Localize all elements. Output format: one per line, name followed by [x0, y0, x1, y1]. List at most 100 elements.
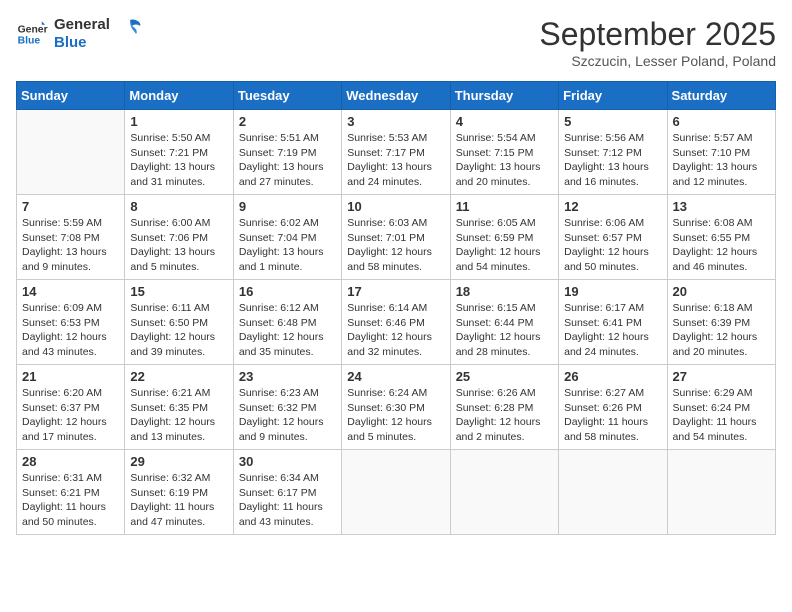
day-number: 12 — [564, 199, 661, 214]
day-info: Sunrise: 5:57 AMSunset: 7:10 PMDaylight:… — [673, 131, 770, 190]
day-number: 24 — [347, 369, 444, 384]
day-info: Sunrise: 6:31 AMSunset: 6:21 PMDaylight:… — [22, 471, 119, 530]
weekday-header-friday: Friday — [559, 82, 667, 110]
day-number: 16 — [239, 284, 336, 299]
day-info: Sunrise: 6:00 AMSunset: 7:06 PMDaylight:… — [130, 216, 227, 275]
month-title: September 2025 — [539, 16, 776, 53]
day-number: 27 — [673, 369, 770, 384]
day-number: 23 — [239, 369, 336, 384]
day-number: 20 — [673, 284, 770, 299]
calendar-cell: 24 Sunrise: 6:24 AMSunset: 6:30 PMDayligh… — [342, 365, 450, 450]
calendar-cell: 16 Sunrise: 6:12 AMSunset: 6:48 PMDayligh… — [233, 280, 341, 365]
day-number: 29 — [130, 454, 227, 469]
weekday-header-tuesday: Tuesday — [233, 82, 341, 110]
day-info: Sunrise: 6:06 AMSunset: 6:57 PMDaylight:… — [564, 216, 661, 275]
day-info: Sunrise: 6:18 AMSunset: 6:39 PMDaylight:… — [673, 301, 770, 360]
day-number: 14 — [22, 284, 119, 299]
calendar-cell — [450, 450, 558, 535]
calendar-cell: 25Sunrise: 6:26 AMSunset: 6:28 PMDayligh… — [450, 365, 558, 450]
week-row-1: 1 Sunrise: 5:50 AMSunset: 7:21 PMDaylight… — [17, 110, 776, 195]
weekday-header-wednesday: Wednesday — [342, 82, 450, 110]
day-info: Sunrise: 5:53 AMSunset: 7:17 PMDaylight:… — [347, 131, 444, 190]
week-row-4: 21 Sunrise: 6:20 AMSunset: 6:37 PMDayligh… — [17, 365, 776, 450]
calendar-cell: 30 Sunrise: 6:34 AMSunset: 6:17 PMDayligh… — [233, 450, 341, 535]
calendar-cell: 21 Sunrise: 6:20 AMSunset: 6:37 PMDayligh… — [17, 365, 125, 450]
calendar-cell: 23 Sunrise: 6:23 AMSunset: 6:32 PMDayligh… — [233, 365, 341, 450]
calendar-cell: 15Sunrise: 6:11 AMSunset: 6:50 PMDayligh… — [125, 280, 233, 365]
day-info: Sunrise: 6:03 AMSunset: 7:01 PMDaylight:… — [347, 216, 444, 275]
day-info: Sunrise: 5:51 AMSunset: 7:19 PMDaylight:… — [239, 131, 336, 190]
day-info: Sunrise: 6:29 AMSunset: 6:24 PMDaylight:… — [673, 386, 770, 445]
day-number: 17 — [347, 284, 444, 299]
weekday-header-saturday: Saturday — [667, 82, 775, 110]
calendar-cell: 1 Sunrise: 5:50 AMSunset: 7:21 PMDaylight… — [125, 110, 233, 195]
day-number: 30 — [239, 454, 336, 469]
calendar-cell: 2 Sunrise: 5:51 AMSunset: 7:19 PMDaylight… — [233, 110, 341, 195]
week-row-3: 14Sunrise: 6:09 AMSunset: 6:53 PMDayligh… — [17, 280, 776, 365]
day-number: 21 — [22, 369, 119, 384]
day-info: Sunrise: 5:50 AMSunset: 7:21 PMDaylight:… — [130, 131, 227, 190]
day-number: 11 — [456, 199, 553, 214]
calendar-cell: 7 Sunrise: 5:59 AMSunset: 7:08 PMDaylight… — [17, 195, 125, 280]
calendar-cell: 28Sunrise: 6:31 AMSunset: 6:21 PMDayligh… — [17, 450, 125, 535]
day-info: Sunrise: 6:23 AMSunset: 6:32 PMDaylight:… — [239, 386, 336, 445]
day-info: Sunrise: 5:59 AMSunset: 7:08 PMDaylight:… — [22, 216, 119, 275]
weekday-header-thursday: Thursday — [450, 82, 558, 110]
svg-text:Blue: Blue — [18, 36, 41, 47]
calendar-cell: 26Sunrise: 6:27 AMSunset: 6:26 PMDayligh… — [559, 365, 667, 450]
calendar-cell: 8Sunrise: 6:00 AMSunset: 7:06 PMDaylight… — [125, 195, 233, 280]
logo-icon: General Blue — [16, 18, 48, 50]
calendar-cell — [559, 450, 667, 535]
calendar-cell: 9Sunrise: 6:02 AMSunset: 7:04 PMDaylight… — [233, 195, 341, 280]
day-number: 5 — [564, 114, 661, 129]
day-number: 6 — [673, 114, 770, 129]
svg-text:General: General — [18, 24, 48, 35]
calendar-cell: 19Sunrise: 6:17 AMSunset: 6:41 PMDayligh… — [559, 280, 667, 365]
logo-bird-icon — [116, 16, 144, 44]
day-number: 4 — [456, 114, 553, 129]
logo: General Blue General Blue — [16, 16, 144, 52]
location-subtitle: Szczucin, Lesser Poland, Poland — [539, 53, 776, 69]
day-info: Sunrise: 5:56 AMSunset: 7:12 PMDaylight:… — [564, 131, 661, 190]
logo-line2: Blue — [54, 34, 110, 52]
calendar-cell: 10 Sunrise: 6:03 AMSunset: 7:01 PMDayligh… — [342, 195, 450, 280]
day-info: Sunrise: 6:08 AMSunset: 6:55 PMDaylight:… — [673, 216, 770, 275]
calendar-cell — [342, 450, 450, 535]
day-number: 22 — [130, 369, 227, 384]
day-number: 13 — [673, 199, 770, 214]
day-info: Sunrise: 5:54 AMSunset: 7:15 PMDaylight:… — [456, 131, 553, 190]
weekday-header-row: SundayMondayTuesdayWednesdayThursdayFrid… — [17, 82, 776, 110]
calendar-table: SundayMondayTuesdayWednesdayThursdayFrid… — [16, 81, 776, 535]
calendar-cell: 11Sunrise: 6:05 AMSunset: 6:59 PMDayligh… — [450, 195, 558, 280]
day-info: Sunrise: 6:21 AMSunset: 6:35 PMDaylight:… — [130, 386, 227, 445]
day-number: 15 — [130, 284, 227, 299]
calendar-cell: 20 Sunrise: 6:18 AMSunset: 6:39 PMDayligh… — [667, 280, 775, 365]
week-row-2: 7 Sunrise: 5:59 AMSunset: 7:08 PMDaylight… — [17, 195, 776, 280]
day-number: 18 — [456, 284, 553, 299]
day-info: Sunrise: 6:12 AMSunset: 6:48 PMDaylight:… — [239, 301, 336, 360]
day-info: Sunrise: 6:34 AMSunset: 6:17 PMDaylight:… — [239, 471, 336, 530]
calendar-cell: 18Sunrise: 6:15 AMSunset: 6:44 PMDayligh… — [450, 280, 558, 365]
day-info: Sunrise: 6:20 AMSunset: 6:37 PMDaylight:… — [22, 386, 119, 445]
calendar-cell: 27 Sunrise: 6:29 AMSunset: 6:24 PMDayligh… — [667, 365, 775, 450]
calendar-cell: 17Sunrise: 6:14 AMSunset: 6:46 PMDayligh… — [342, 280, 450, 365]
day-number: 26 — [564, 369, 661, 384]
calendar-cell: 4 Sunrise: 5:54 AMSunset: 7:15 PMDaylight… — [450, 110, 558, 195]
calendar-cell — [667, 450, 775, 535]
day-number: 25 — [456, 369, 553, 384]
calendar-cell: 13 Sunrise: 6:08 AMSunset: 6:55 PMDayligh… — [667, 195, 775, 280]
calendar-cell: 14Sunrise: 6:09 AMSunset: 6:53 PMDayligh… — [17, 280, 125, 365]
title-block: September 2025 Szczucin, Lesser Poland, … — [539, 16, 776, 69]
day-number: 2 — [239, 114, 336, 129]
calendar-cell: 6 Sunrise: 5:57 AMSunset: 7:10 PMDaylight… — [667, 110, 775, 195]
week-row-5: 28Sunrise: 6:31 AMSunset: 6:21 PMDayligh… — [17, 450, 776, 535]
day-number: 9 — [239, 199, 336, 214]
page-header: General Blue General Blue September 2025… — [16, 16, 776, 69]
day-number: 1 — [130, 114, 227, 129]
calendar-cell: 12 Sunrise: 6:06 AMSunset: 6:57 PMDayligh… — [559, 195, 667, 280]
day-number: 7 — [22, 199, 119, 214]
weekday-header-monday: Monday — [125, 82, 233, 110]
day-info: Sunrise: 6:24 AMSunset: 6:30 PMDaylight:… — [347, 386, 444, 445]
day-number: 10 — [347, 199, 444, 214]
day-number: 19 — [564, 284, 661, 299]
